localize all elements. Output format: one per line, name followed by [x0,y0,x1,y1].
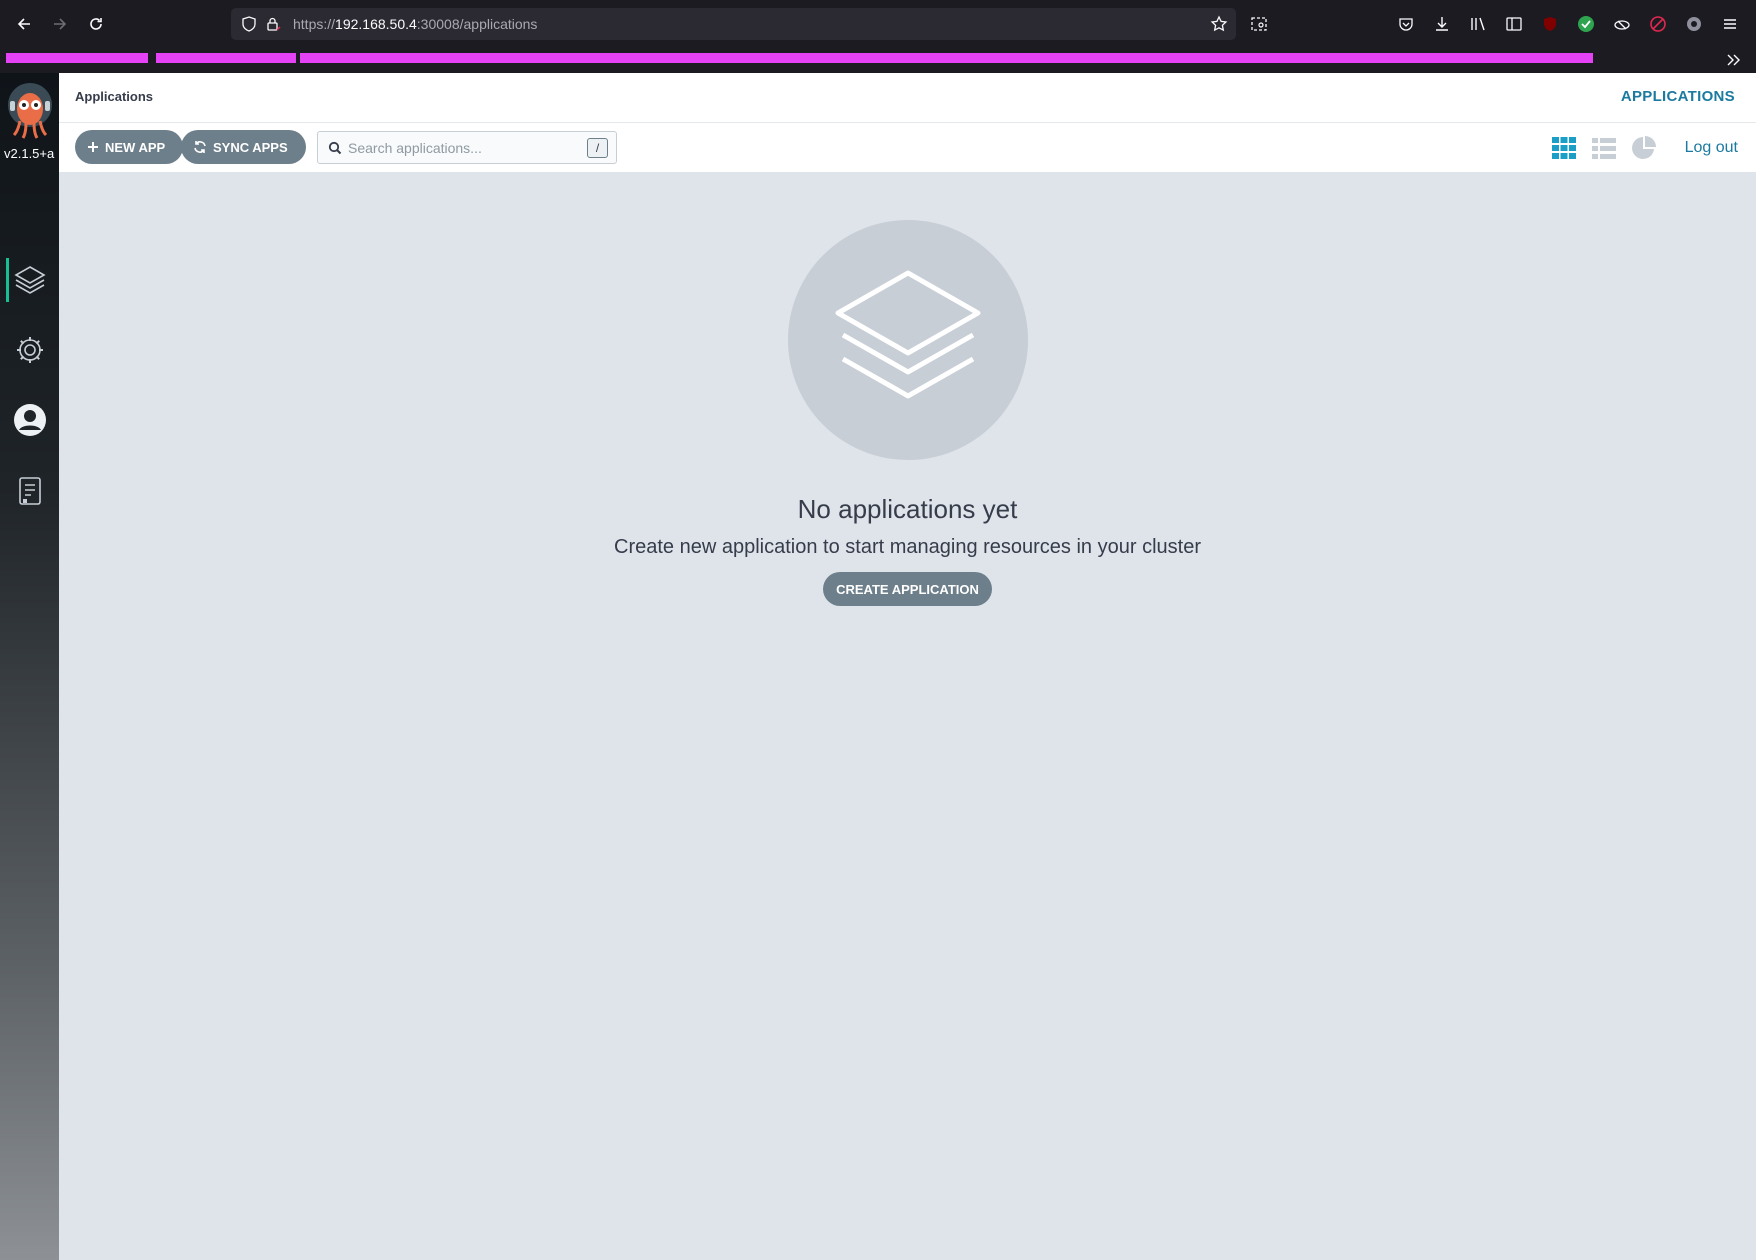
download-icon[interactable] [1430,12,1454,36]
arrow-right-icon [54,18,67,30]
version-label: v2.1.5+a [4,146,55,161]
empty-state-title: No applications yet [797,494,1018,524]
top-bar: Applications APPLICATIONS [59,73,1756,123]
pocket-icon[interactable] [1394,12,1418,36]
search-box[interactable]: / [317,131,617,164]
screenshot-icon[interactable] [1247,12,1271,36]
layers-icon [13,266,46,294]
empty-state-illustration [788,220,1028,460]
summary-view-button[interactable] [1630,134,1658,162]
pie-chart-icon [1632,136,1656,159]
page-title: APPLICATIONS [1620,88,1735,105]
app: v2.1.5+a Applications APPLICATIONS NEW A… [0,73,1756,1260]
bookmarks-bar [0,47,1756,73]
search-input[interactable] [348,139,578,157]
sidebar-item-documentation[interactable] [0,461,59,521]
account-extension-icon[interactable] [1682,12,1706,36]
blocker-icon[interactable] [1646,12,1670,36]
search-shortcut-hint: / [587,138,608,158]
list-icon [1592,138,1616,159]
docs-icon [18,477,41,505]
sync-icon [194,141,206,153]
lock-icon [267,17,281,31]
bookmark-item[interactable] [300,53,1593,63]
tiles-view-button[interactable] [1550,134,1578,162]
octopus-logo-icon [8,83,52,139]
sidebar-item-user-info[interactable] [0,390,59,450]
url-path: :30008/applications [416,16,538,32]
url-scheme: https:// [293,16,336,32]
gear-icon [16,337,43,363]
forward-button[interactable] [46,10,74,38]
new-app-button[interactable]: NEW APP [75,130,184,164]
url-host: 192.168.50.4 [335,16,417,32]
sync-apps-label: SYNC APPS [213,139,288,155]
star-icon[interactable] [1210,15,1228,33]
check-extension-icon[interactable] [1574,12,1598,36]
sidebar: v2.1.5+a [0,73,59,1260]
ublock-icon[interactable] [1538,12,1562,36]
breadcrumb[interactable]: Applications [75,89,153,104]
sidebar-item-settings[interactable] [0,320,59,380]
arrow-left-icon [17,18,30,30]
extension-icon[interactable] [1610,12,1634,36]
back-button[interactable] [10,10,38,38]
menu-icon[interactable] [1718,12,1742,36]
empty-state-subtitle: Create new application to start managing… [614,536,1201,558]
user-icon [13,404,46,436]
bookmark-item[interactable] [156,53,296,63]
argo-logo[interactable] [6,83,54,139]
list-view-button[interactable] [1590,134,1618,162]
sync-apps-button[interactable]: SYNC APPS [181,130,306,164]
reload-icon [90,18,102,30]
url-text: https://192.168.50.4:30008/applications [293,16,537,32]
logout-link[interactable]: Log out [1685,139,1738,157]
browser-toolbar: https://192.168.50.4:30008/applications [0,0,1756,47]
shield-icon [242,16,256,32]
create-application-button[interactable]: CREATE APPLICATION [823,572,992,606]
url-bar[interactable]: https://192.168.50.4:30008/applications [231,8,1236,40]
chevron-double-right-icon[interactable] [1724,51,1742,69]
sidebar-item-applications[interactable] [0,250,59,310]
layers-icon [835,270,981,399]
plus-icon [88,142,98,152]
library-icon[interactable] [1466,12,1490,36]
new-app-label: NEW APP [105,139,166,155]
toolbar: NEW APP SYNC APPS / Log out [59,123,1756,173]
main-content: No applications yet Create new applicati… [59,173,1756,1260]
reload-button[interactable] [82,10,110,38]
sidebar-toggle-icon[interactable] [1502,12,1526,36]
search-icon [328,141,342,155]
grid-icon [1552,137,1576,159]
bookmark-item[interactable] [6,53,148,63]
